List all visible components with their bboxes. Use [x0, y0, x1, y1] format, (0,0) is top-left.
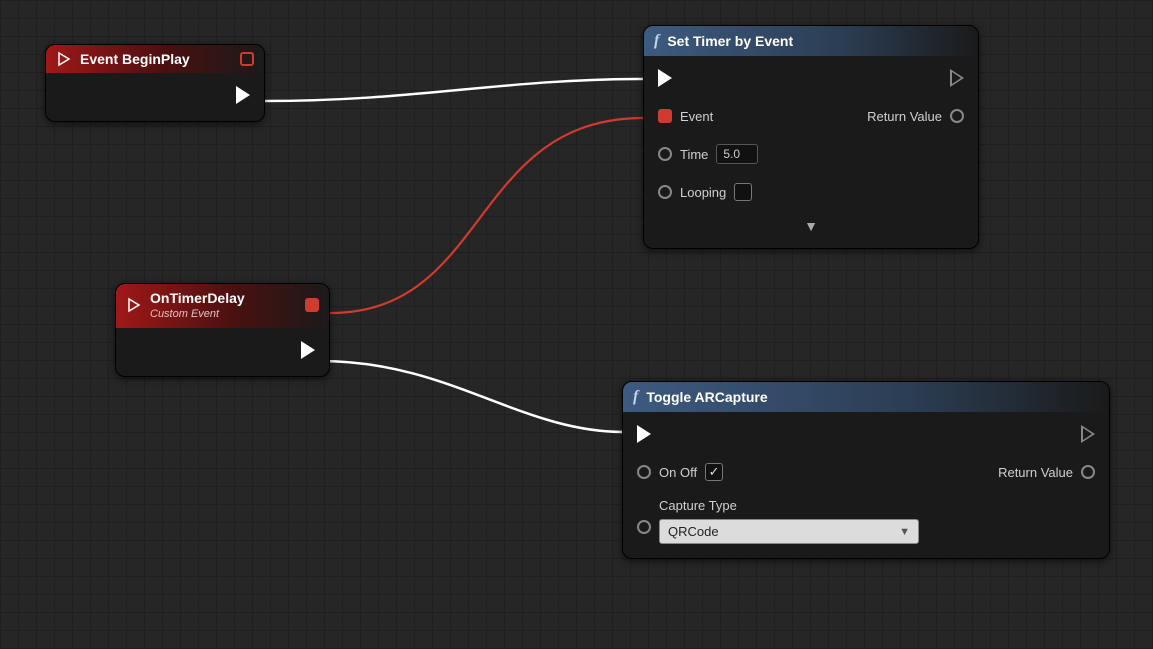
node-title: Set Timer by Event — [667, 33, 793, 49]
node-title: Toggle ARCapture — [646, 389, 767, 405]
node-title-block: OnTimerDelay Custom Event — [150, 290, 245, 320]
exec-out-pin[interactable] — [301, 341, 315, 359]
onoff-pin[interactable] — [637, 465, 651, 479]
capturetype-pin[interactable] — [637, 520, 651, 534]
pin-label-capturetype: Capture Type — [659, 498, 919, 513]
node-toggle-arcapture[interactable]: f Toggle ARCapture On Off ✓ Return Value… — [622, 381, 1110, 559]
event-icon — [56, 51, 72, 67]
expand-caret-icon[interactable]: ▼ — [658, 218, 964, 234]
function-icon: f — [654, 32, 659, 50]
exec-in-pin[interactable] — [637, 425, 651, 443]
node-title: OnTimerDelay — [150, 290, 245, 306]
pin-label-return: Return Value — [867, 109, 942, 124]
pin-label-time: Time — [680, 147, 708, 162]
pin-label-event: Event — [680, 109, 713, 124]
time-pin[interactable] — [658, 147, 672, 161]
delegate-pin-icon[interactable] — [305, 298, 319, 312]
node-header[interactable]: OnTimerDelay Custom Event — [116, 284, 329, 328]
node-header[interactable]: f Set Timer by Event — [644, 26, 978, 56]
pin-label-looping: Looping — [680, 185, 726, 200]
looping-pin[interactable] — [658, 185, 672, 199]
onoff-checkbox[interactable]: ✓ — [705, 463, 723, 481]
exec-out-pin[interactable] — [236, 86, 250, 104]
event-icon — [126, 297, 142, 313]
node-header[interactable]: Event BeginPlay — [46, 45, 264, 73]
chevron-down-icon: ▼ — [899, 526, 910, 538]
capturetype-value: QRCode — [668, 524, 719, 539]
function-icon: f — [633, 388, 638, 406]
looping-checkbox[interactable] — [734, 183, 752, 201]
node-title: Event BeginPlay — [80, 51, 190, 67]
return-value-pin[interactable] — [950, 109, 964, 123]
node-subtitle: Custom Event — [150, 308, 245, 320]
capturetype-dropdown[interactable]: QRCode ▼ — [659, 519, 919, 544]
node-set-timer-by-event[interactable]: f Set Timer by Event Event Return Value … — [643, 25, 979, 249]
node-event-beginplay[interactable]: Event BeginPlay — [45, 44, 265, 122]
event-in-pin[interactable] — [658, 109, 672, 123]
delegate-pin-icon[interactable] — [240, 52, 254, 66]
node-header[interactable]: f Toggle ARCapture — [623, 382, 1109, 412]
exec-out-pin[interactable] — [950, 69, 964, 87]
return-value-pin[interactable] — [1081, 465, 1095, 479]
exec-in-pin[interactable] — [658, 69, 672, 87]
time-input[interactable] — [716, 144, 758, 164]
node-ontimerdelay[interactable]: OnTimerDelay Custom Event — [115, 283, 330, 377]
exec-out-pin[interactable] — [1081, 425, 1095, 443]
pin-label-return: Return Value — [998, 465, 1073, 480]
pin-label-onoff: On Off — [659, 465, 697, 480]
